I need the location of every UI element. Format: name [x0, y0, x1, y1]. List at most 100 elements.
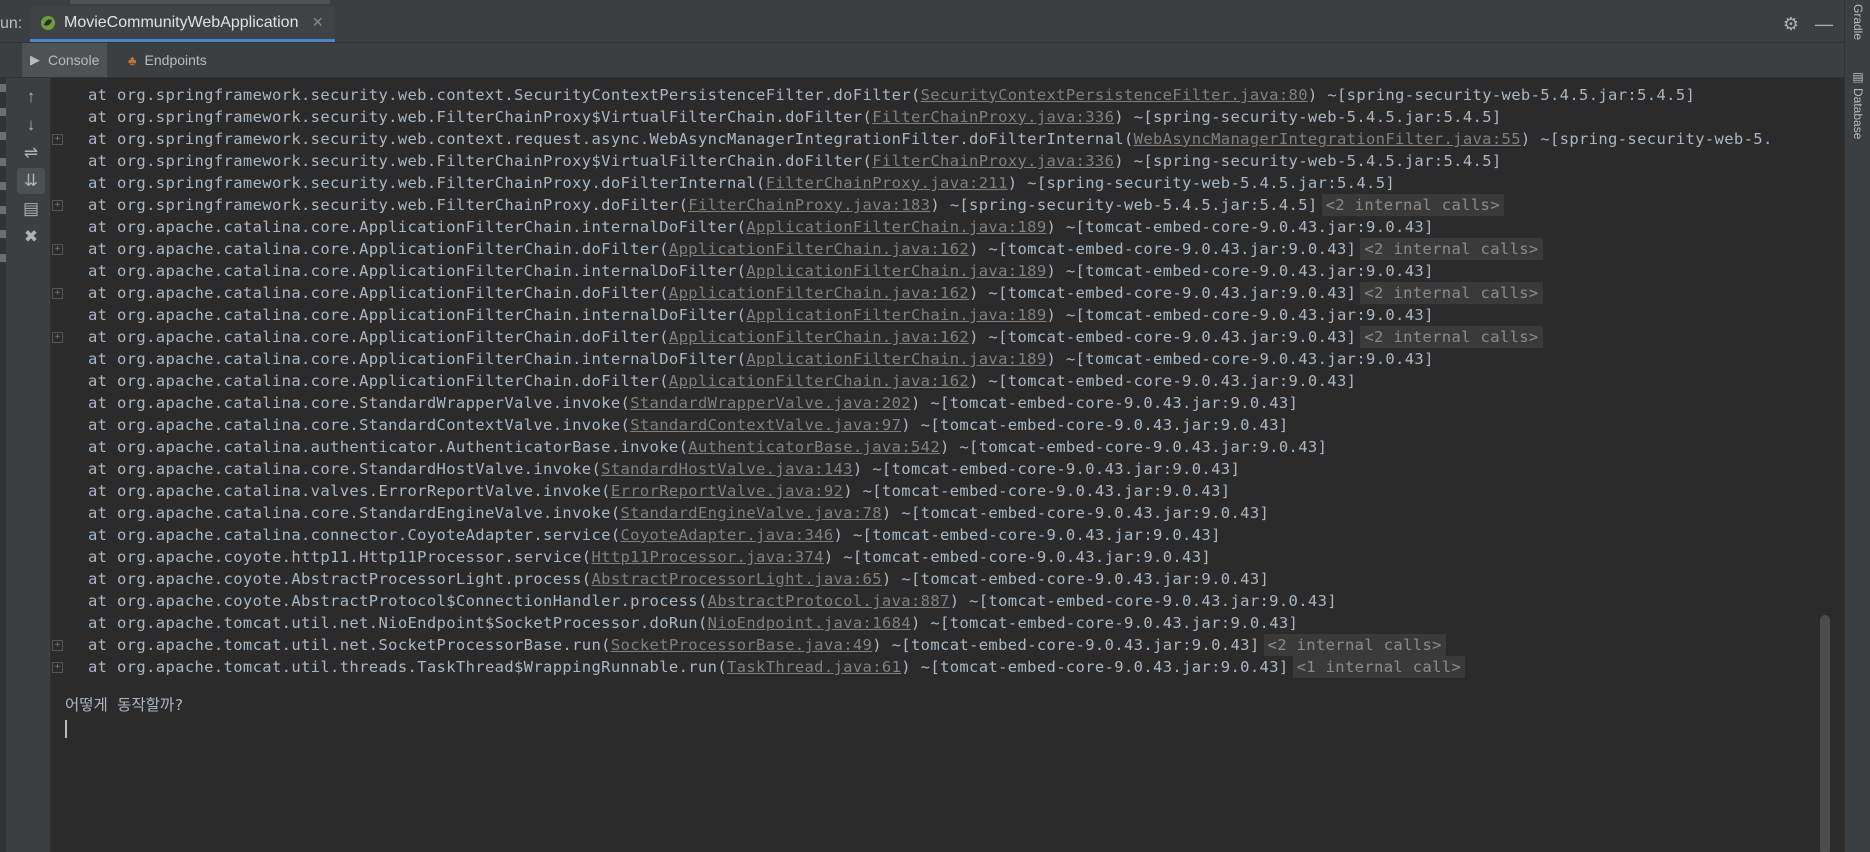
source-link[interactable]: AbstractProcessorLight.java:65 [591, 570, 881, 588]
jar-info-text: ) ~[spring-security-web-5.4.5.jar:5.4.5] [1307, 86, 1696, 104]
log-line: at org.apache.tomcat.util.net.SocketProc… [88, 633, 1446, 657]
edge-button[interactable] [0, 108, 6, 116]
jar-info-text: ) ~[tomcat-embed-core-9.0.43.jar:9.0.43] [949, 592, 1337, 610]
settings-gear-icon[interactable]: ⚙ [1783, 14, 1799, 35]
source-link[interactable]: ApplicationFilterChain.java:189 [746, 306, 1046, 324]
edge-button[interactable] [0, 182, 6, 190]
stack-frame-text: at org.apache.catalina.core.ApplicationF… [88, 262, 747, 280]
log-line: at org.apache.catalina.core.ApplicationF… [88, 369, 1356, 393]
trash-icon[interactable]: ✖ [17, 224, 45, 250]
jar-info-text: ) ~[tomcat-embed-core-9.0.43.jar:9.0.43] [823, 548, 1212, 566]
source-link[interactable]: ApplicationFilterChain.java:189 [746, 262, 1046, 280]
source-link[interactable]: ApplicationFilterChain.java:162 [669, 372, 969, 390]
console-output[interactable]: at org.springframework.security.web.cont… [51, 78, 1831, 852]
log-line: at org.apache.coyote.AbstractProcessorLi… [88, 567, 1269, 591]
stack-frame-text: at org.apache.catalina.core.ApplicationF… [88, 218, 747, 236]
gradle-tool-button[interactable]: Gradle [1848, 4, 1868, 40]
source-link[interactable]: ApplicationFilterChain.java:162 [669, 328, 969, 346]
tab-console-label: Console [48, 52, 100, 68]
close-tab-icon[interactable]: × [312, 12, 323, 33]
database-tool-button[interactable]: ▤ Database [1848, 70, 1868, 139]
source-link[interactable]: StandardEngineValve.java:78 [621, 504, 882, 522]
fold-toggle-icon[interactable]: + [52, 288, 63, 299]
source-link[interactable]: NioEndpoint.java:1684 [708, 614, 911, 632]
stack-frame-text: at org.apache.catalina.core.ApplicationF… [88, 350, 747, 368]
source-link[interactable]: AbstractProtocol.java:887 [708, 592, 950, 610]
endpoints-icon: ♣ [128, 52, 137, 68]
log-line: at org.apache.catalina.core.StandardEngi… [88, 501, 1269, 525]
left-edge-buttons [0, 78, 6, 852]
source-link[interactable]: ApplicationFilterChain.java:189 [746, 218, 1046, 236]
edge-button[interactable] [0, 132, 6, 140]
source-link[interactable]: StandardWrapperValve.java:202 [630, 394, 911, 412]
fold-toggle-icon[interactable]: + [52, 662, 63, 673]
internal-calls-badge[interactable]: <2 internal calls> [1360, 326, 1543, 348]
vertical-scrollbar[interactable] [1817, 78, 1831, 852]
log-line: at org.apache.catalina.core.StandardWrap… [88, 391, 1298, 415]
stack-frame-text: at org.springframework.security.web.cont… [88, 130, 1134, 148]
spring-boot-icon [41, 15, 55, 30]
source-link[interactable]: StandardContextValve.java:97 [630, 416, 901, 434]
gradle-label: Gradle [1851, 4, 1865, 41]
source-link[interactable]: FilterChainProxy.java:211 [766, 174, 1008, 192]
source-link[interactable]: SocketProcessorBase.java:49 [611, 636, 872, 654]
log-line: at org.apache.catalina.connector.CoyoteA… [88, 523, 1221, 547]
scroll-to-end-icon[interactable]: ⇊ [17, 168, 45, 194]
internal-calls-badge[interactable]: <2 internal calls> [1263, 634, 1446, 656]
run-config-tab[interactable]: MovieCommunityWebApplication × [30, 6, 335, 42]
edge-button[interactable] [0, 206, 6, 214]
up-arrow-icon[interactable]: ↑ [17, 84, 45, 110]
tab-endpoints[interactable]: ♣ Endpoints [120, 43, 215, 77]
internal-calls-badge[interactable]: <2 internal calls> [1360, 238, 1543, 260]
internal-calls-badge[interactable]: <2 internal calls> [1360, 282, 1543, 304]
soft-wrap-icon[interactable]: ⇌ [17, 140, 45, 166]
fold-toggle-icon[interactable]: + [52, 244, 63, 255]
edge-button[interactable] [0, 158, 6, 166]
jar-info-text: ) ~[spring-security-web-5.4.5.jar:5.4.5] [1007, 174, 1396, 192]
edge-button[interactable] [0, 230, 6, 238]
fold-toggle-icon[interactable]: + [52, 640, 63, 651]
source-link[interactable]: StandardHostValve.java:143 [601, 460, 853, 478]
down-arrow-icon[interactable]: ↓ [17, 112, 45, 138]
fold-toggle-icon[interactable]: + [52, 134, 63, 145]
scrollbar-thumb[interactable] [1820, 615, 1830, 852]
print-icon[interactable]: ▤ [17, 196, 45, 222]
jar-info-text: ) ~[tomcat-embed-core-9.0.43.jar:9.0.43] [910, 394, 1299, 412]
source-link[interactable]: ApplicationFilterChain.java:162 [669, 284, 969, 302]
log-line: at org.apache.coyote.http11.Http11Proces… [88, 545, 1211, 569]
jar-info-text: ) ~[spring-security-web-5.4.5.jar:5.4.5] [1114, 152, 1502, 170]
stack-frame-text: at org.apache.tomcat.util.threads.TaskTh… [88, 658, 727, 676]
source-link[interactable]: Http11Processor.java:374 [591, 548, 823, 566]
source-link[interactable]: FilterChainProxy.java:336 [872, 152, 1114, 170]
stack-frame-text: at org.apache.catalina.core.ApplicationF… [88, 284, 669, 302]
jar-info-text: ) ~[tomcat-embed-core-9.0.43.jar:9.0.43] [1046, 262, 1434, 280]
edge-button[interactable] [0, 84, 6, 92]
tab-console[interactable]: ▶ Console [22, 43, 108, 77]
jar-info-text: ) ~[tomcat-embed-core-9.0.43.jar:9.0.43] [969, 328, 1357, 346]
jar-info-text: ) ~[tomcat-embed-core-9.0.43.jar:9.0.43] [852, 460, 1241, 478]
source-link[interactable]: ApplicationFilterChain.java:162 [669, 240, 969, 258]
source-link[interactable]: ErrorReportValve.java:92 [611, 482, 843, 500]
source-link[interactable]: CoyoteAdapter.java:346 [621, 526, 834, 544]
internal-calls-badge[interactable]: <2 internal calls> [1321, 194, 1504, 216]
fold-toggle-icon[interactable]: + [52, 200, 63, 211]
jar-info-text: ) ~[spring-security-web-5. [1520, 130, 1773, 148]
source-link[interactable]: SecurityContextPersistenceFilter.java:80 [921, 86, 1308, 104]
internal-calls-badge[interactable]: <1 internal call> [1292, 656, 1466, 678]
source-link[interactable]: WebAsyncManagerIntegrationFilter.java:55 [1134, 130, 1521, 148]
run-config-tab-label: MovieCommunityWebApplication [64, 13, 299, 31]
source-link[interactable]: AuthenticatorBase.java:542 [688, 438, 940, 456]
database-label: Database [1851, 88, 1865, 140]
fold-toggle-icon[interactable]: + [52, 332, 63, 343]
hide-minimize-icon[interactable]: — [1815, 14, 1833, 35]
stack-frame-text: at org.springframework.security.web.cont… [88, 86, 921, 104]
source-link[interactable]: FilterChainProxy.java:183 [688, 196, 930, 214]
jar-info-text: ) ~[tomcat-embed-core-9.0.43.jar:9.0.43] [881, 570, 1270, 588]
stack-frame-text: at org.apache.catalina.core.ApplicationF… [88, 306, 747, 324]
edge-button[interactable] [0, 254, 6, 262]
source-link[interactable]: TaskThread.java:61 [727, 658, 901, 676]
source-link[interactable]: FilterChainProxy.java:336 [872, 108, 1114, 126]
log-line: at org.apache.coyote.AbstractProtocol$Co… [88, 589, 1337, 613]
source-link[interactable]: ApplicationFilterChain.java:189 [746, 350, 1046, 368]
console-subtabs: ▶ Console ♣ Endpoints [0, 43, 1845, 78]
